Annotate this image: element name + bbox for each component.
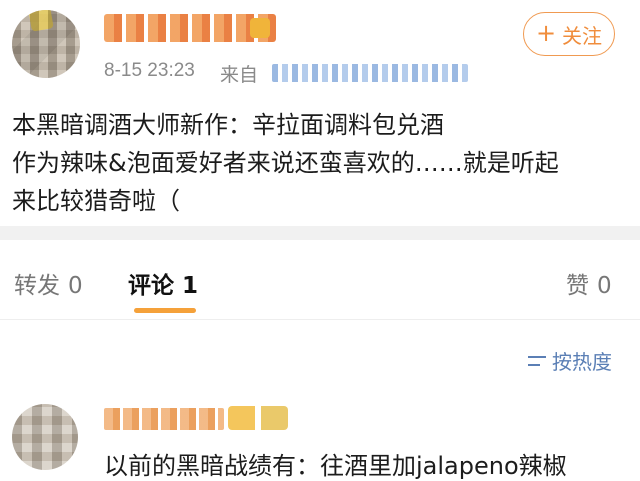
user-badge-icon [250,18,270,38]
tab-comment[interactable]: 评论 1 [128,266,198,300]
sort-by-hot-button[interactable]: 按热度 [528,346,612,375]
post-source-pixelated[interactable] [272,64,468,82]
active-tab-indicator [134,308,196,313]
author-avatar[interactable] [12,10,80,78]
follow-button[interactable]: + 关注 [523,12,615,56]
commenter-badge-icon [228,406,288,430]
commenter-avatar[interactable] [12,404,78,470]
interaction-tabs: 转发 0 评论 1 赞 0 [0,240,640,320]
follow-label: 关注 [562,23,603,48]
post-body: 本黑暗调酒大师新作：辛拉面调料包兑酒 作为辣味&泡面爱好者来说还蛮喜欢的……就是… [12,106,628,220]
commenter-username-pixelated[interactable] [104,408,224,430]
post-time: 8-15 23:23 [104,60,195,81]
sort-icon [528,353,546,369]
post-text-line: 作为辣味&泡面爱好者来说还蛮喜欢的……就是听起 [12,149,559,177]
tab-comment-count: 1 [182,273,199,299]
section-divider [0,226,640,240]
tab-like-label: 赞 [566,273,589,299]
post-text-line: 来比较猎奇啦（ [12,187,180,215]
sort-label: 按热度 [552,350,612,374]
tab-repost-label: 转发 [14,273,60,299]
plus-icon: + [535,19,557,47]
tab-like-count: 0 [597,273,612,299]
post-header: 8-15 23:23 来自 + 关注 [0,0,640,96]
post-text-line: 本黑暗调酒大师新作：辛拉面调料包兑酒 [12,111,444,139]
tab-repost[interactable]: 转发 0 [14,266,83,300]
tabs-divider [0,319,640,320]
post-source-label: 来自 [220,64,259,86]
avatar-sticker [28,10,54,32]
tab-repost-count: 0 [68,273,83,299]
tab-like[interactable]: 赞 0 [566,266,612,300]
tab-comment-label: 评论 [128,273,174,299]
